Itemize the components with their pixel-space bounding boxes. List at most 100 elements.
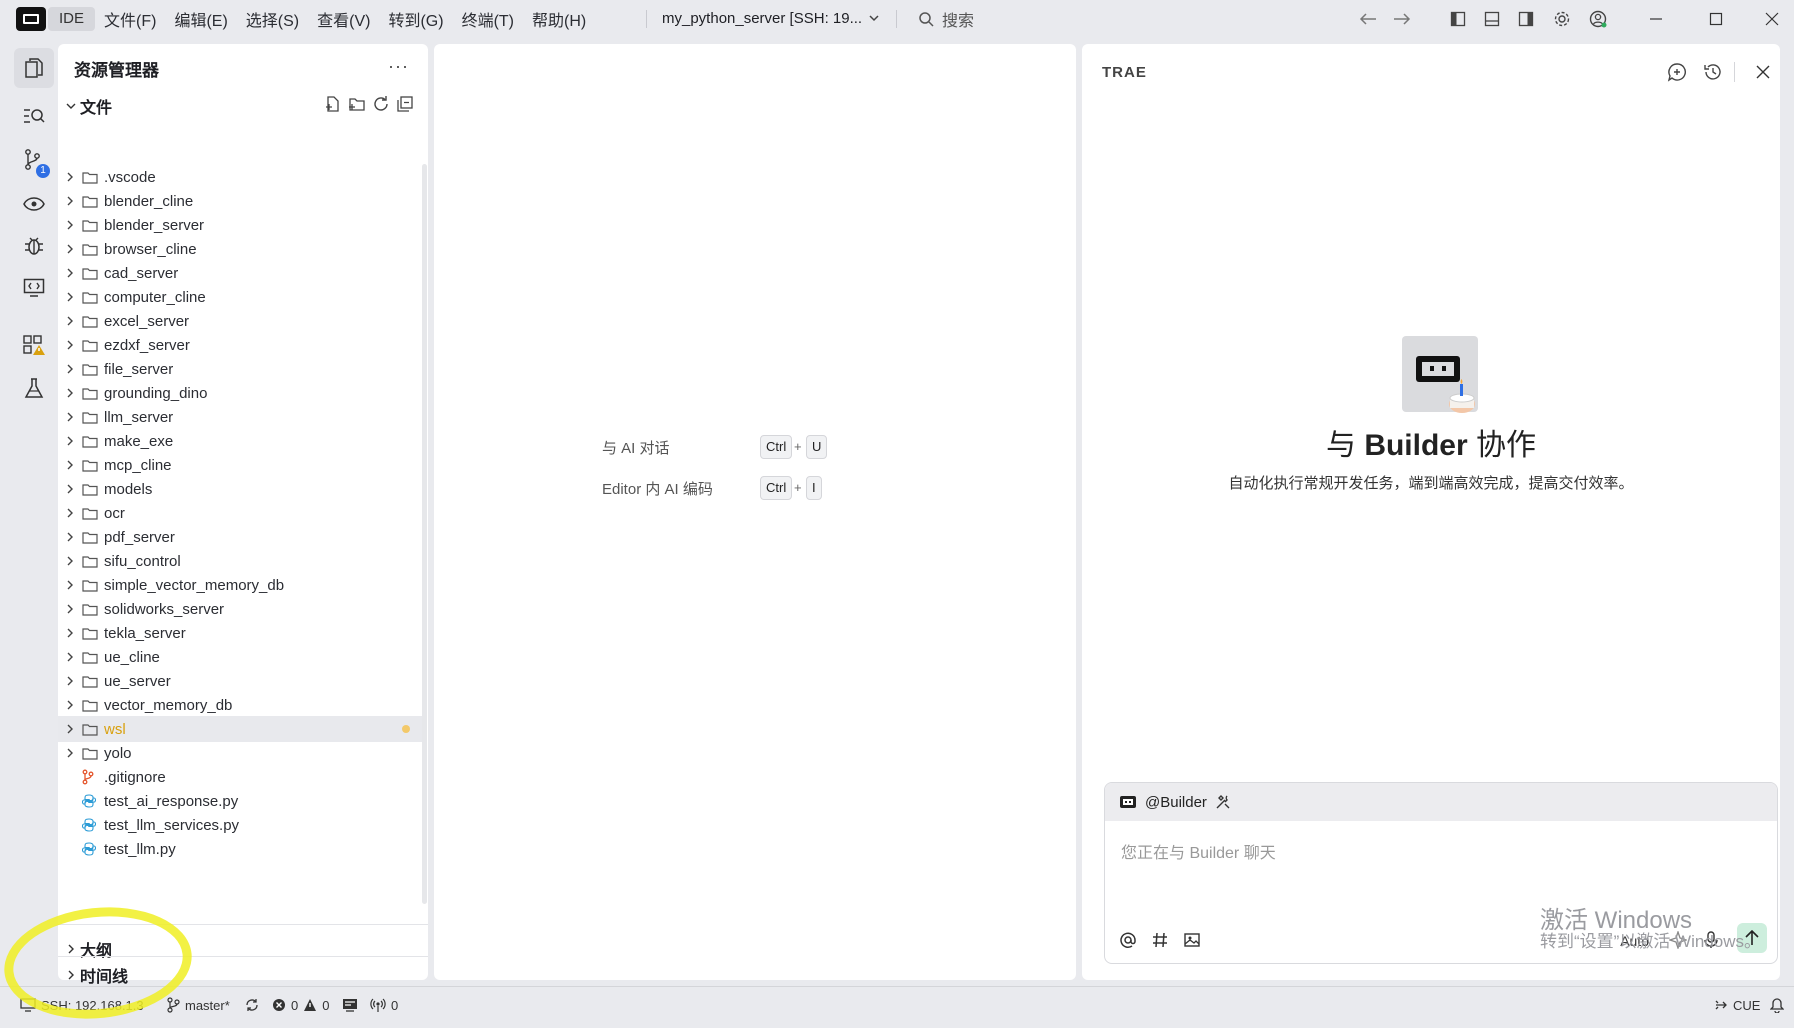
gear-icon[interactable] [1552, 9, 1572, 29]
tree-file-item[interactable]: test_llm_services.py [58, 812, 424, 838]
tree-folder-item[interactable]: tekla_server [58, 620, 424, 646]
ports-status[interactable]: 0 [370, 987, 398, 1023]
tree-folder-item[interactable]: ezdxf_server [58, 332, 424, 358]
new-file-icon[interactable] [324, 95, 342, 113]
sync-status[interactable] [244, 987, 260, 1023]
tree-folder-item[interactable]: pdf_server [58, 524, 424, 550]
notifications-status[interactable] [1770, 987, 1784, 1023]
maximize-icon[interactable] [1706, 9, 1726, 29]
trae-logo-icon[interactable] [16, 7, 46, 31]
search-box[interactable]: 搜索 [918, 10, 974, 30]
menu-go[interactable]: 转到(G) [388, 7, 443, 31]
new-chat-icon[interactable] [1666, 61, 1688, 83]
project-selector[interactable]: my_python_server [SSH: 19... [662, 0, 862, 38]
remote-explorer-activity[interactable] [14, 184, 54, 224]
menu-help[interactable]: 帮助(H) [532, 7, 586, 31]
branch-name: master* [185, 997, 230, 1013]
close-icon[interactable] [1762, 9, 1782, 29]
explorer-activity[interactable] [14, 48, 54, 88]
extensions-activity[interactable] [14, 326, 54, 366]
chevron-down-icon[interactable] [868, 12, 880, 24]
tree-folder-item[interactable]: ue_server [58, 668, 424, 694]
tree-folder-item[interactable]: ue_cline [58, 644, 424, 670]
hashtag-icon[interactable] [1151, 931, 1169, 949]
tree-file-item[interactable]: test_llm.py [58, 836, 424, 862]
close-panel-icon[interactable] [1752, 61, 1774, 83]
refresh-icon[interactable] [372, 95, 390, 113]
ide-badge[interactable]: IDE [48, 7, 95, 31]
tree-folder-item[interactable]: excel_server [58, 308, 424, 334]
search-activity[interactable] [14, 96, 54, 136]
chevron-right-icon [66, 628, 76, 638]
more-actions-button[interactable]: ··· [388, 56, 409, 77]
tree-folder-item[interactable]: sifu_control [58, 548, 424, 574]
menu-selection[interactable]: 选择(S) [246, 7, 299, 31]
tree-folder-item[interactable]: simple_vector_memory_db [58, 572, 424, 598]
chevron-right-icon [66, 748, 76, 758]
chevron-right-icon [66, 580, 76, 590]
tree-folder-item[interactable]: llm_server [58, 404, 424, 430]
tree-folder-item[interactable]: wsl [58, 716, 424, 742]
toggle-sidebar-icon[interactable] [1448, 9, 1468, 29]
files-section-header[interactable]: 文件 [66, 94, 112, 118]
tree-folder-item[interactable]: cad_server [58, 260, 424, 286]
remote-activity[interactable] [14, 268, 54, 308]
chat-input[interactable]: 您正在与 Builder 聊天 [1121, 839, 1276, 863]
image-icon[interactable] [1183, 931, 1201, 949]
mention-icon[interactable] [1119, 931, 1137, 949]
tree-folder-item[interactable]: solidworks_server [58, 596, 424, 622]
tree-item-label: solidworks_server [104, 600, 225, 618]
menu-file[interactable]: 文件(F) [104, 7, 156, 31]
problems-status[interactable]: 0 0 [272, 987, 329, 1023]
error-count: 0 [291, 997, 299, 1013]
tree-folder-item[interactable]: computer_cline [58, 284, 424, 310]
collapse-all-icon[interactable] [396, 95, 414, 113]
history-icon[interactable] [1702, 61, 1724, 83]
tree-folder-item[interactable]: blender_server [58, 212, 424, 238]
terminal-icon [343, 999, 357, 1012]
tree-file-item[interactable]: .gitignore [58, 764, 424, 790]
monitor-code-icon [23, 278, 45, 297]
tree-folder-item[interactable]: file_server [58, 356, 424, 382]
testing-activity[interactable] [14, 368, 54, 408]
explorer-scrollbar[interactable] [422, 164, 427, 904]
tree-folder-item[interactable]: .vscode [58, 164, 424, 190]
menu-edit[interactable]: 编辑(E) [174, 7, 227, 31]
new-folder-icon[interactable] [348, 95, 366, 113]
tree-folder-item[interactable]: browser_cline [58, 236, 424, 262]
menu-view[interactable]: 查看(V) [317, 7, 370, 31]
toggle-secondary-sidebar-icon[interactable] [1516, 9, 1536, 29]
chevron-right-icon [66, 268, 76, 278]
tree-folder-item[interactable]: models [58, 476, 424, 502]
forward-arrow-icon[interactable] [1392, 9, 1412, 29]
tools-icon[interactable] [1215, 794, 1231, 810]
folder-icon [82, 482, 98, 496]
account-icon[interactable] [1588, 9, 1608, 29]
minimize-icon[interactable] [1646, 9, 1666, 29]
tree-folder-item[interactable]: ocr [58, 500, 424, 526]
tree-folder-item[interactable]: vector_memory_db [58, 692, 424, 718]
tree-folder-item[interactable]: mcp_cline [58, 452, 424, 478]
tree-folder-item[interactable]: yolo [58, 740, 424, 766]
cue-icon [1715, 1000, 1727, 1010]
source-control-activity[interactable]: 1 [14, 140, 54, 180]
back-arrow-icon[interactable] [1358, 9, 1378, 29]
tree-folder-item[interactable]: blender_cline [58, 188, 424, 214]
tree-folder-item[interactable]: make_exe [58, 428, 424, 454]
tree-file-item[interactable]: test_ai_response.py [58, 788, 424, 814]
chevron-right-icon [66, 196, 76, 206]
branch-status[interactable]: master* [166, 987, 230, 1023]
git-file-icon [82, 769, 98, 785]
menu-terminal[interactable]: 终端(T) [462, 7, 514, 31]
agent-selector[interactable]: @Builder [1105, 783, 1777, 821]
tree-folder-item[interactable]: grounding_dino [58, 380, 424, 406]
key-plus: + [794, 439, 802, 454]
cue-status[interactable]: CUE [1714, 987, 1760, 1023]
debug-activity[interactable] [14, 226, 54, 266]
toggle-panel-icon[interactable] [1482, 9, 1502, 29]
key-ctrl: Ctrl [760, 476, 793, 500]
terminal-status[interactable] [342, 987, 358, 1023]
headline-suffix: 协作 [1476, 429, 1537, 462]
folder-icon [82, 170, 98, 184]
tree-item-label: file_server [104, 360, 174, 378]
